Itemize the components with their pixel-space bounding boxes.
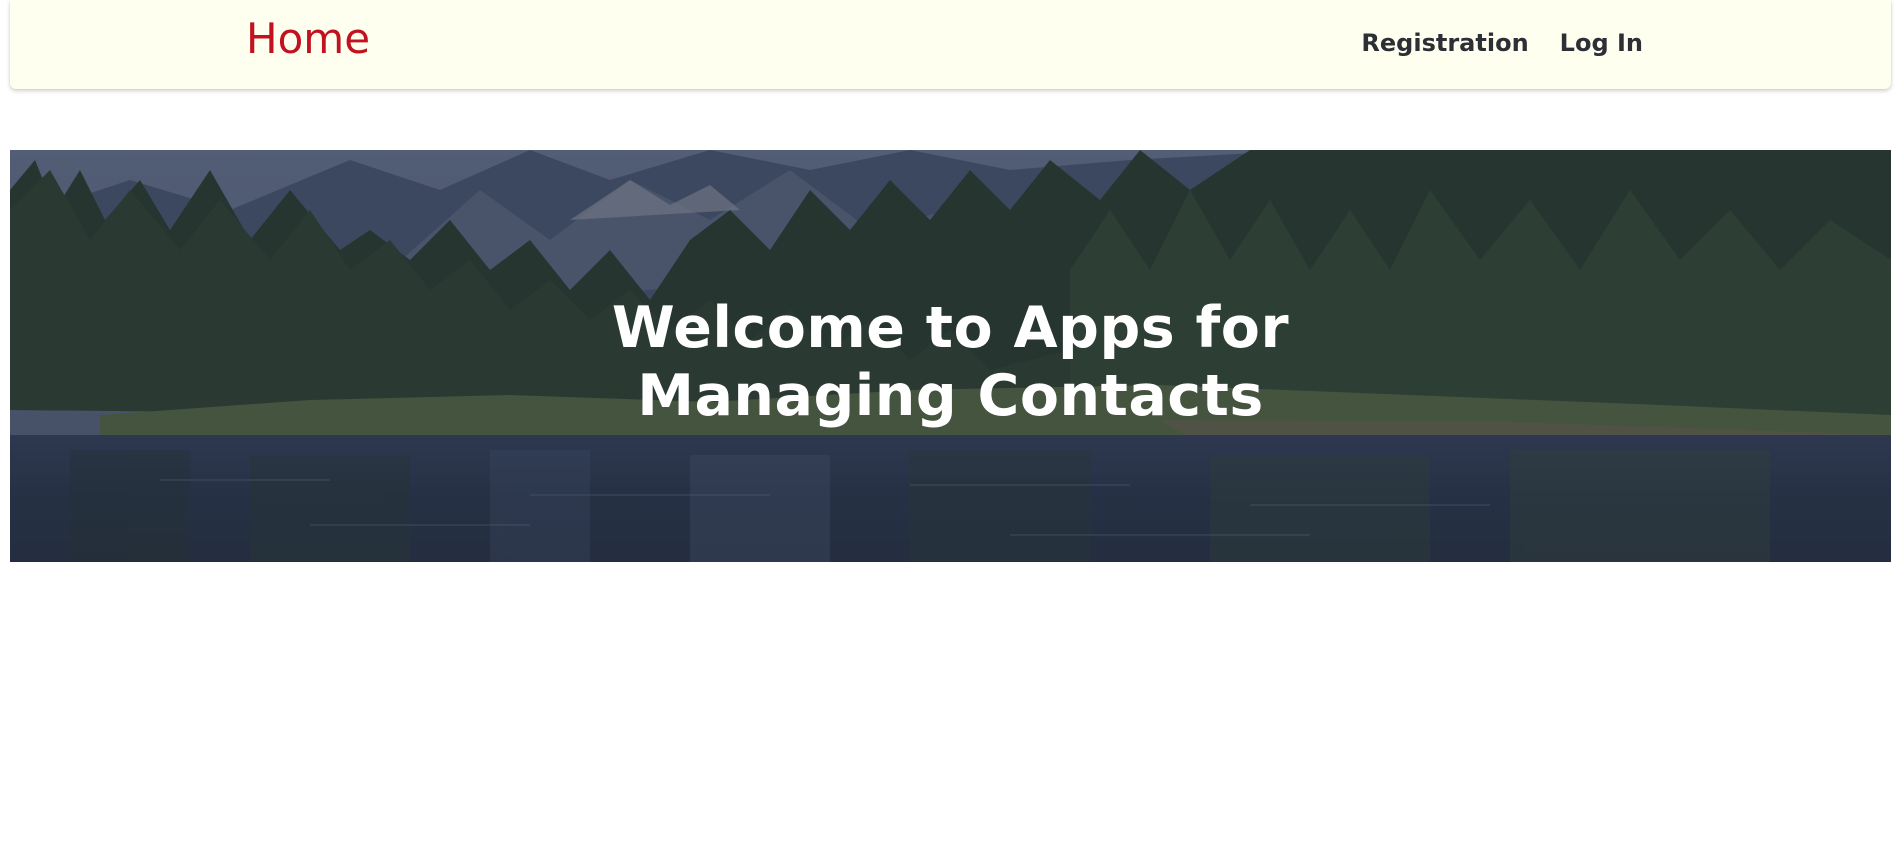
top-navbar: Home Registration Log In (10, 0, 1891, 89)
nav-links: Registration Log In (1361, 26, 1643, 60)
hero-title: Welcome to Apps for Managing Contacts (611, 295, 1290, 429)
login-link[interactable]: Log In (1560, 26, 1643, 60)
hero-banner: Welcome to Apps for Managing Contacts (10, 150, 1891, 562)
home-link[interactable]: Home (246, 13, 370, 65)
registration-link[interactable]: Registration (1361, 26, 1528, 60)
